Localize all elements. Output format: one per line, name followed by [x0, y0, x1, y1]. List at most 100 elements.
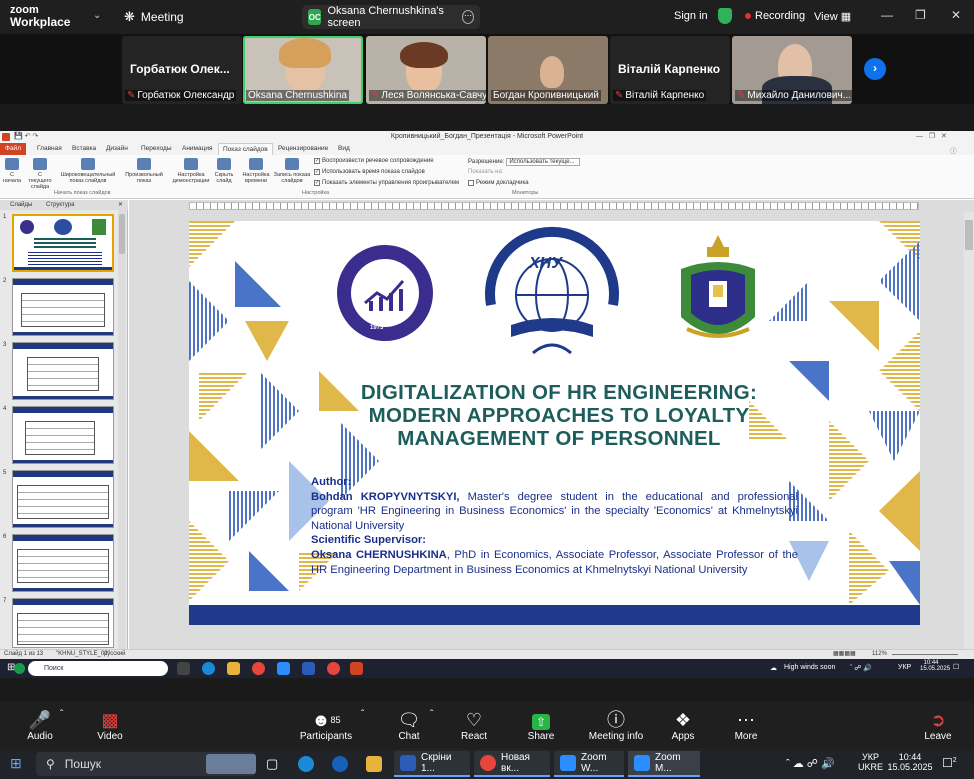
- minimize-icon[interactable]: —: [881, 8, 893, 22]
- custom-show-button[interactable]: Произвольный показ: [122, 158, 166, 184]
- rehearse-timings-button[interactable]: Настройка времени: [240, 158, 272, 184]
- chevron-up-icon[interactable]: ˆ: [60, 709, 63, 720]
- close-icon[interactable]: ✕: [951, 8, 961, 22]
- slide-thumbnail[interactable]: [12, 534, 114, 592]
- participant-tile[interactable]: ✎ Михайло Данилович...: [732, 36, 852, 104]
- powerpoint-icon[interactable]: [350, 662, 363, 675]
- scroll-thumb[interactable]: [119, 214, 125, 254]
- task-view-icon[interactable]: ▢: [266, 756, 278, 772]
- status-zoom[interactable]: 112%: [872, 651, 887, 657]
- panel-scrollbar[interactable]: [118, 210, 126, 649]
- recording-indicator[interactable]: Recording: [745, 10, 805, 22]
- timings-checkbox[interactable]: ✓ Использовать время показа слайдов: [314, 169, 425, 175]
- taskbar-app-zoom-meeting[interactable]: Zoom M...: [628, 751, 700, 777]
- tab-transitions[interactable]: Переходы: [141, 145, 172, 152]
- chevron-up-icon[interactable]: ˆ: [430, 709, 433, 720]
- video-button[interactable]: ▩ Video: [93, 709, 127, 742]
- shield-check-icon[interactable]: [718, 8, 732, 24]
- setup-show-button[interactable]: Настройка демонстрации: [170, 158, 212, 184]
- taskbar-search[interactable]: Поиск: [28, 661, 168, 676]
- word-icon[interactable]: [302, 662, 315, 675]
- apps-button[interactable]: ❖ Apps: [669, 709, 697, 742]
- react-button[interactable]: ♡ React: [459, 709, 489, 742]
- tab-design[interactable]: Дизайн: [106, 145, 128, 152]
- view-button[interactable]: View ▦: [814, 10, 851, 23]
- slide-thumbnail[interactable]: [12, 470, 114, 528]
- tab-insert[interactable]: Вставка: [72, 145, 96, 152]
- slide-thumbnail[interactable]: [12, 342, 114, 400]
- taskbar-app-zoom-workplace[interactable]: Zoom W...: [554, 751, 624, 777]
- notification-icon[interactable]: ☐: [953, 663, 959, 671]
- participant-tile[interactable]: ✎ Леся Волянська-Савчук: [366, 36, 486, 104]
- view-buttons-icon[interactable]: ▦▦▦▦: [833, 650, 856, 657]
- slide-canvas[interactable]: 1973 ХНУ DIGITALIZATION OF HR ENGINEERIN…: [189, 221, 920, 625]
- more-button[interactable]: ⋯ More: [731, 709, 761, 742]
- slide-thumbnail[interactable]: [12, 598, 114, 648]
- taskbar-search[interactable]: ⚲ Пошук: [36, 752, 256, 776]
- participant-tile[interactable]: Богдан Кропивницький: [488, 36, 608, 104]
- status-language[interactable]: русский: [104, 651, 126, 657]
- ppt-window-controls[interactable]: — ❐ ✕: [916, 132, 947, 140]
- taskbar-app-chrome[interactable]: Новая вк...: [474, 751, 550, 777]
- zoom-app-icon[interactable]: [277, 662, 290, 675]
- folder-icon[interactable]: [366, 756, 382, 772]
- media-controls-checkbox[interactable]: ✓ Показать элементы управления проигрыват…: [314, 180, 459, 186]
- hide-slide-button[interactable]: Скрыть слайд: [212, 158, 236, 184]
- resolution-select[interactable]: Разрешение: Использовать текуще...: [468, 158, 581, 166]
- tab-view[interactable]: Вид: [338, 145, 350, 152]
- task-view-icon[interactable]: [177, 662, 190, 675]
- tray-language[interactable]: УКР UKRE: [858, 752, 883, 772]
- participant-tile[interactable]: Віталій Карпенко ✎ Віталій Карпенко: [610, 36, 730, 104]
- pen-icon[interactable]: [14, 663, 25, 674]
- windows-start-icon[interactable]: ⊞: [10, 755, 22, 772]
- tray-icons[interactable]: ˆ ☍ 🔊: [850, 664, 872, 672]
- zoom-logo[interactable]: zoom Workplace: [10, 4, 70, 28]
- chevron-up-icon[interactable]: ˆ: [361, 709, 364, 720]
- zoom-slider[interactable]: [892, 654, 958, 655]
- edge-icon[interactable]: [298, 756, 314, 772]
- next-page-arrow-icon[interactable]: ›: [864, 58, 886, 80]
- tab-animations[interactable]: Анимация: [182, 145, 213, 152]
- vertical-scrollbar[interactable]: [964, 212, 974, 649]
- participant-tile[interactable]: Oksana Chernushkina: [243, 36, 363, 104]
- file-tab[interactable]: Файл: [0, 143, 26, 155]
- tab-slideshow[interactable]: Показ слайдов: [218, 143, 273, 155]
- presenter-view-checkbox[interactable]: Режим докладчика: [468, 180, 529, 186]
- close-icon[interactable]: ✕: [118, 201, 123, 208]
- meeting-menu-button[interactable]: ❋ Meeting: [124, 9, 184, 25]
- audio-button[interactable]: 🎤 Audio: [24, 709, 56, 742]
- signin-button[interactable]: Sign in: [674, 10, 708, 22]
- chat-button[interactable]: 🗨 Chat: [394, 709, 424, 742]
- weather-text[interactable]: High winds soon: [784, 664, 835, 671]
- slide-thumbnail[interactable]: [12, 214, 114, 272]
- ie-icon[interactable]: [332, 756, 348, 772]
- leave-button[interactable]: ➲ Leave: [922, 709, 954, 742]
- record-show-button[interactable]: Запись показа слайдов: [272, 158, 312, 184]
- show-on-select[interactable]: Показать на:: [468, 169, 504, 175]
- edge-icon[interactable]: [202, 662, 215, 675]
- tab-home[interactable]: Главная: [37, 145, 62, 152]
- chevron-down-icon[interactable]: ⌄: [93, 10, 101, 21]
- slide-body-text[interactable]: Author: Bohdan KROPYVNYTSKYI, Master's d…: [311, 475, 798, 577]
- meeting-info-button[interactable]: ⓘ Meeting info: [588, 709, 644, 742]
- screen-share-pill[interactable]: OC Oksana Chernushkina's screen ⋯: [302, 5, 480, 29]
- scroll-thumb[interactable]: [965, 220, 973, 250]
- broadcast-button[interactable]: Широковещательный показ слайдов: [60, 158, 116, 184]
- tray-language[interactable]: УКР: [898, 664, 911, 671]
- tray-clock[interactable]: 10:44 15.05.2025: [886, 752, 934, 772]
- from-beginning-button[interactable]: С начала: [2, 158, 22, 184]
- tab-outline[interactable]: Структура: [46, 202, 74, 208]
- tab-review[interactable]: Рецензирование: [278, 145, 328, 152]
- slide-thumbnail[interactable]: [12, 406, 114, 464]
- folder-icon[interactable]: [227, 662, 240, 675]
- tray-icons[interactable]: ˆ ☁ ☍ 🔊: [786, 757, 835, 770]
- slide-thumbnail[interactable]: [12, 278, 114, 336]
- restore-icon[interactable]: ❐: [915, 8, 926, 22]
- participant-tile[interactable]: Горбатюк Олек... ✎ Горбатюк Олександр: [122, 36, 242, 104]
- participants-button[interactable]: ☻85 Participants: [298, 709, 354, 742]
- chrome-icon[interactable]: [327, 662, 340, 675]
- narration-checkbox[interactable]: ✓ Воспроизвести речевое сопровождение: [314, 158, 434, 164]
- from-current-button[interactable]: С текущего слайда: [26, 158, 54, 190]
- taskbar-app-word[interactable]: Скріни 1...: [394, 751, 470, 777]
- slide-title[interactable]: DIGITALIZATION OF HR ENGINEERING: MODERN…: [319, 381, 799, 450]
